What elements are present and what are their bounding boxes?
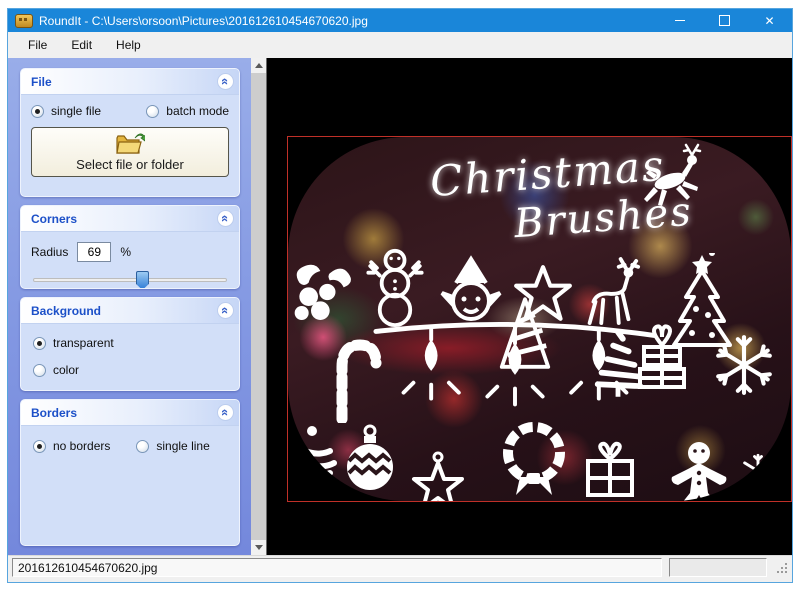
settings-sidebar: File « single file batch mode — [8, 58, 251, 555]
file-panel-title: File — [31, 75, 52, 89]
image-bounds-rect: Christmas Brushes — [287, 136, 792, 502]
radius-unit-label: % — [120, 245, 131, 259]
snowflake-large-icon — [712, 333, 776, 397]
snowflake-small-icon — [740, 453, 776, 489]
gift-stack-icon — [634, 321, 690, 395]
status-secondary — [669, 558, 767, 577]
app-icon — [15, 14, 33, 28]
chevron-up-icon: « — [219, 215, 232, 222]
chevron-up-icon: « — [219, 409, 232, 416]
arrow-down-icon — [255, 545, 263, 550]
gingerbread-man-icon — [668, 439, 730, 501]
borders-collapse-button[interactable]: « — [217, 404, 234, 421]
transparent-label: transparent — [53, 336, 114, 350]
borders-panel-title: Borders — [31, 406, 77, 420]
maximize-icon — [719, 15, 730, 26]
corners-panel-body: Radius % — [21, 232, 239, 289]
single-line-radio[interactable] — [136, 440, 149, 453]
no-borders-radio[interactable] — [33, 440, 46, 453]
close-icon: ✕ — [764, 14, 774, 28]
cone-tree-icon — [496, 295, 554, 373]
corners-panel: Corners « Radius % — [20, 205, 240, 289]
background-collapse-button[interactable]: « — [217, 302, 234, 319]
chevron-up-icon: « — [219, 78, 232, 85]
single-file-option[interactable]: single file — [31, 104, 101, 118]
single-line-option[interactable]: single line — [136, 439, 209, 453]
rounded-image: Christmas Brushes — [288, 137, 791, 501]
batch-mode-radio[interactable] — [146, 105, 159, 118]
single-file-radio[interactable] — [31, 105, 44, 118]
background-panel: Background « transparent color — [20, 297, 240, 391]
main-area: File « single file batch mode — [8, 58, 792, 555]
radius-label: Radius — [31, 245, 68, 259]
file-panel: File « single file batch mode — [20, 68, 240, 197]
borders-panel-body: no borders single line — [21, 426, 239, 534]
borders-panel: Borders « no borders single line — [20, 399, 240, 546]
select-file-button-label: Select file or folder — [76, 157, 184, 172]
corners-panel-header: Corners « — [21, 206, 239, 232]
no-borders-label: no borders — [53, 439, 110, 453]
single-file-label: single file — [51, 104, 101, 118]
open-folder-icon — [115, 132, 145, 156]
title-bar[interactable]: RoundIt - C:\Users\orsoon\Pictures\20161… — [8, 9, 792, 32]
background-panel-header: Background « — [21, 298, 239, 324]
leaping-deer-icon — [640, 143, 704, 215]
scroll-down-button[interactable] — [251, 540, 266, 555]
menu-bar: File Edit Help — [8, 32, 792, 58]
batch-mode-option[interactable]: batch mode — [146, 104, 229, 118]
radius-input[interactable] — [77, 242, 111, 262]
candy-cane-icon — [332, 337, 384, 423]
chevron-up-icon: « — [219, 307, 232, 314]
spinner-ornament-icon — [290, 423, 342, 487]
bauble-icon — [342, 417, 398, 493]
color-label: color — [53, 363, 79, 377]
radius-slider-thumb[interactable] — [136, 271, 149, 289]
radius-slider[interactable] — [31, 270, 229, 289]
menu-edit[interactable]: Edit — [59, 38, 104, 52]
single-line-label: single line — [156, 439, 209, 453]
file-collapse-button[interactable]: « — [217, 73, 234, 90]
corners-panel-title: Corners — [31, 212, 77, 226]
image-preview-area[interactable]: Christmas Brushes — [266, 58, 792, 555]
minimize-icon — [675, 20, 685, 21]
star-ornament-icon — [408, 451, 468, 501]
menu-help[interactable]: Help — [104, 38, 153, 52]
transparent-option[interactable]: transparent — [33, 336, 227, 350]
batch-mode-label: batch mode — [166, 104, 229, 118]
file-panel-header: File « — [21, 69, 239, 95]
background-panel-title: Background — [31, 304, 101, 318]
window-controls: ✕ — [657, 9, 792, 32]
sidebar-scrollbar[interactable] — [251, 58, 266, 555]
arrow-up-icon — [255, 63, 263, 68]
transparent-radio[interactable] — [33, 337, 46, 350]
status-filename: 201612610454670620.jpg — [12, 558, 662, 577]
resize-grip-icon[interactable] — [776, 562, 788, 574]
minimize-button[interactable] — [657, 9, 702, 32]
window-title: RoundIt - C:\Users\orsoon\Pictures\20161… — [39, 14, 368, 28]
scroll-up-button[interactable] — [251, 58, 266, 73]
screenshot-stage: RoundIt - C:\Users\orsoon\Pictures\20161… — [0, 0, 800, 589]
color-radio[interactable] — [33, 364, 46, 377]
app-window: RoundIt - C:\Users\orsoon\Pictures\20161… — [7, 8, 793, 583]
scrollbar-track[interactable] — [251, 73, 266, 540]
corners-collapse-button[interactable]: « — [217, 210, 234, 227]
borders-panel-header: Borders « — [21, 400, 239, 426]
menu-file[interactable]: File — [16, 38, 59, 52]
select-file-button[interactable]: Select file or folder — [31, 127, 229, 177]
file-panel-body: single file batch mode — [21, 95, 239, 189]
radius-slider-track[interactable] — [33, 278, 227, 282]
window-bottom-border — [8, 579, 792, 582]
wreath-icon — [494, 415, 574, 501]
holly-icon — [290, 257, 360, 327]
maximize-button[interactable] — [702, 9, 747, 32]
gift-box-icon — [580, 441, 640, 501]
close-button[interactable]: ✕ — [747, 9, 792, 32]
no-borders-option[interactable]: no borders — [33, 439, 110, 453]
background-panel-body: transparent color — [21, 324, 239, 391]
status-bar: 201612610454670620.jpg — [8, 555, 792, 579]
color-option[interactable]: color — [33, 363, 227, 377]
